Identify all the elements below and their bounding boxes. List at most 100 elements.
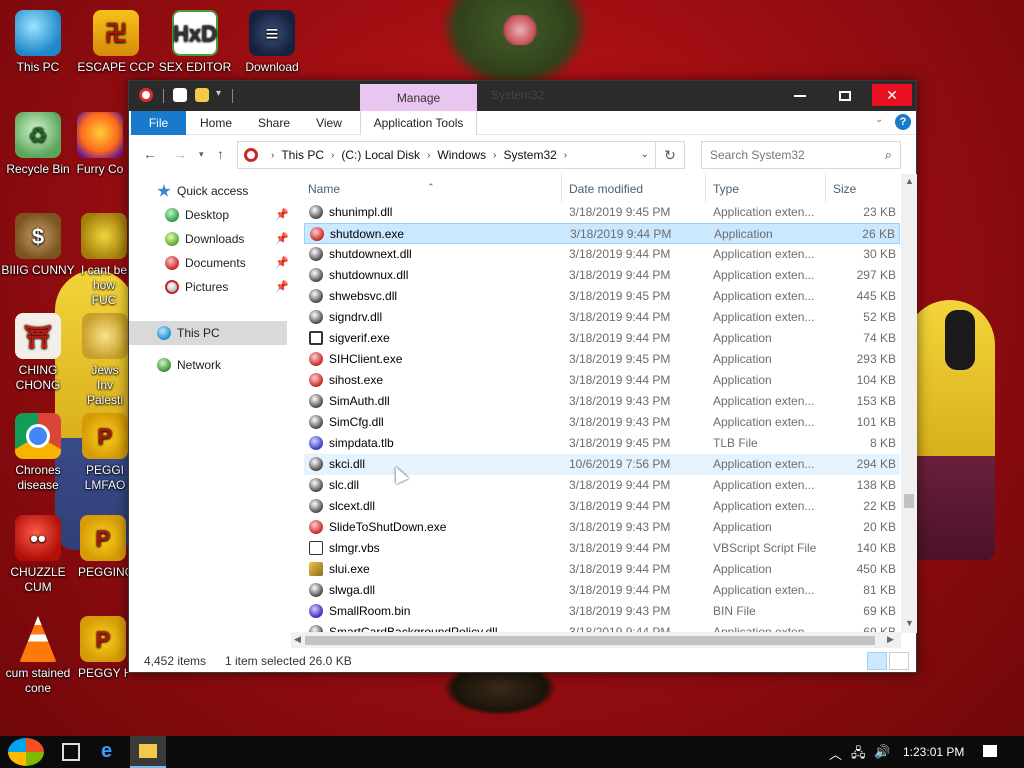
- file-row[interactable]: slwga.dll 3/18/2019 9:44 PM Application ex…: [304, 580, 900, 601]
- file-row[interactable]: SmallRoom.bin 3/18/2019 9:43 PM BIN File 69…: [304, 601, 900, 622]
- file-row[interactable]: SlideToShutDown.exe 3/18/2019 9:43 PM Appl…: [304, 517, 900, 538]
- breadcrumb-local-disk[interactable]: (C:) Local Disk: [341, 148, 420, 162]
- maximize-button[interactable]: [826, 84, 864, 106]
- desktop-icon-sex-editor[interactable]: HxD SEX EDITOR: [154, 10, 236, 75]
- chevron-right-icon[interactable]: ›: [493, 150, 496, 161]
- close-button[interactable]: ✕: [872, 84, 912, 106]
- desktop-icon-peggi[interactable]: P PEGGI LMFAO: [82, 413, 128, 493]
- desktop-icon-cone[interactable]: cum stained cone: [0, 616, 79, 696]
- search-input[interactable]: Search System32 ⌕: [701, 141, 901, 169]
- chevron-right-icon[interactable]: ›: [427, 150, 430, 161]
- help-icon[interactable]: ?: [895, 114, 911, 130]
- desktop-icon-chrones[interactable]: Chrones disease: [0, 413, 79, 493]
- column-header-date[interactable]: Date modified: [569, 182, 643, 196]
- column-header-type[interactable]: Type: [713, 182, 739, 196]
- breadcrumb-this-pc[interactable]: This PC: [281, 148, 324, 162]
- tab-application-tools[interactable]: Application Tools: [360, 111, 477, 135]
- manage-context-tab[interactable]: Manage: [360, 84, 477, 111]
- file-row[interactable]: sigverif.exe 3/18/2019 9:44 PM Application…: [304, 328, 900, 349]
- breadcrumb-system32[interactable]: System32: [503, 148, 556, 162]
- refresh-button[interactable]: ↻: [656, 141, 685, 169]
- task-view-icon[interactable]: [62, 743, 80, 761]
- tab-share[interactable]: Share: [249, 111, 299, 135]
- desktop-icon-recycle-bin[interactable]: ♻ Recycle Bin: [0, 112, 79, 177]
- desktop-icon-furry[interactable]: Furry Co: [72, 112, 128, 177]
- column-divider[interactable]: [561, 174, 562, 202]
- chevron-right-icon[interactable]: ›: [331, 150, 334, 161]
- clock[interactable]: 1:23:01 PM: [903, 745, 964, 759]
- column-divider[interactable]: [705, 174, 706, 202]
- large-icons-view-button[interactable]: [889, 652, 909, 670]
- nav-this-pc[interactable]: This PC: [157, 322, 220, 344]
- chevron-right-icon[interactable]: ›: [564, 150, 567, 161]
- desktop-icon-escape-ccp[interactable]: 卍 ESCAPE CCP: [75, 10, 157, 75]
- nav-pictures[interactable]: Pictures: [165, 276, 228, 298]
- desktop-icon-ching-chong[interactable]: ⛩ CHING CHONG: [0, 313, 79, 393]
- horizontal-scroll-thumb[interactable]: [305, 636, 875, 645]
- taskbar-file-explorer[interactable]: [130, 736, 166, 768]
- pin-icon[interactable]: 📌: [275, 256, 289, 269]
- breadcrumb-windows[interactable]: Windows: [437, 148, 486, 162]
- properties-icon[interactable]: [173, 88, 187, 102]
- file-row[interactable]: signdrv.dll 3/18/2019 9:44 PM Application …: [304, 307, 900, 328]
- file-row[interactable]: shwebsvc.dll 3/18/2019 9:45 PM Application…: [304, 286, 900, 307]
- scroll-right-icon[interactable]: ▶: [887, 634, 894, 645]
- chevron-right-icon[interactable]: ›: [271, 150, 274, 161]
- tab-view[interactable]: View: [304, 111, 354, 135]
- desktop-icon-cant-be[interactable]: I cant be how FUC: [80, 213, 128, 308]
- nav-quick-access[interactable]: Quick access: [157, 180, 248, 202]
- tab-home[interactable]: Home: [191, 111, 241, 135]
- column-header-size[interactable]: Size: [833, 182, 856, 196]
- pin-icon[interactable]: 📌: [275, 232, 289, 245]
- vertical-scrollbar[interactable]: ▲ ▼: [901, 174, 917, 633]
- file-row[interactable]: SimCfg.dll 3/18/2019 9:43 PM Application e…: [304, 412, 900, 433]
- nav-network[interactable]: Network: [157, 354, 221, 376]
- scroll-down-icon[interactable]: ▼: [905, 618, 914, 628]
- new-folder-icon[interactable]: [195, 88, 209, 102]
- back-icon[interactable]: ←: [143, 146, 157, 162]
- desktop-icon-jews[interactable]: Jews Inv Palesti: [82, 313, 128, 408]
- address-bar[interactable]: › This PC › (C:) Local Disk › Windows › …: [237, 141, 656, 169]
- search-icon[interactable]: ⌕: [885, 147, 892, 163]
- volume-icon[interactable]: 🔊: [874, 744, 890, 760]
- scroll-up-icon[interactable]: ▲: [905, 176, 914, 186]
- file-row[interactable]: sihost.exe 3/18/2019 9:44 PM Application 10…: [304, 370, 900, 391]
- minimize-button[interactable]: [781, 84, 819, 106]
- desktop-icon-pegging[interactable]: P PEGGING: [78, 515, 128, 580]
- customize-toolbar-icon[interactable]: ▾: [216, 88, 221, 99]
- title-bar[interactable]: ▾ Manage System32 ✕: [129, 81, 916, 111]
- nav-desktop[interactable]: Desktop: [165, 204, 229, 226]
- explorer-app-icon[interactable]: [139, 88, 153, 102]
- desktop-icon-peggy[interactable]: P PEGGY H: [78, 616, 128, 681]
- file-row[interactable]: SimAuth.dll 3/18/2019 9:43 PM Application …: [304, 391, 900, 412]
- desktop-icon-download[interactable]: ≡ Download: [231, 10, 313, 75]
- desktop-icon-chuzzle[interactable]: •• CHUZZLE CUM: [0, 515, 79, 595]
- scroll-left-icon[interactable]: ◀: [294, 634, 301, 645]
- horizontal-scrollbar[interactable]: ◀ ▶: [291, 632, 901, 648]
- file-row[interactable]: slmgr.vbs 3/18/2019 9:44 PM VBScript Scrip…: [304, 538, 900, 559]
- file-row[interactable]: shutdownux.dll 3/18/2019 9:44 PM Applicati…: [304, 265, 900, 286]
- file-row[interactable]: shutdown.exe 3/18/2019 9:44 PM Application…: [304, 223, 900, 244]
- file-row[interactable]: slui.exe 3/18/2019 9:44 PM Application 450 …: [304, 559, 900, 580]
- pin-icon[interactable]: 📌: [275, 208, 289, 221]
- file-row[interactable]: slcext.dll 3/18/2019 9:44 PM Application e…: [304, 496, 900, 517]
- up-icon[interactable]: ↑: [217, 146, 224, 162]
- desktop-icon-biiig[interactable]: $ BIIIG CUNNY: [0, 213, 79, 278]
- start-button[interactable]: [8, 738, 44, 766]
- file-row[interactable]: SIHClient.exe 3/18/2019 9:45 PM Applicatio…: [304, 349, 900, 370]
- expand-ribbon-icon[interactable]: ⌄: [875, 114, 883, 125]
- network-tray-icon[interactable]: 🖧: [851, 744, 866, 766]
- chevron-up-icon[interactable]: ︿: [829, 744, 842, 763]
- nav-documents[interactable]: Documents: [165, 252, 246, 274]
- nav-downloads[interactable]: Downloads: [165, 228, 244, 250]
- file-row[interactable]: shutdownext.dll 3/18/2019 9:44 PM Applicat…: [304, 244, 900, 265]
- edge-icon[interactable]: e: [101, 740, 112, 763]
- recent-locations-icon[interactable]: ▾: [199, 149, 204, 160]
- file-row[interactable]: shunimpl.dll 3/18/2019 9:45 PM Application…: [304, 202, 900, 223]
- file-row[interactable]: simpdata.tlb 3/18/2019 9:45 PM TLB File 8 K…: [304, 433, 900, 454]
- details-view-button[interactable]: [867, 652, 887, 670]
- chevron-down-icon[interactable]: ⌄: [641, 149, 649, 160]
- desktop-icon-this-pc[interactable]: This PC: [0, 10, 79, 75]
- forward-icon[interactable]: →: [173, 146, 187, 162]
- vertical-scroll-thumb[interactable]: [904, 494, 914, 508]
